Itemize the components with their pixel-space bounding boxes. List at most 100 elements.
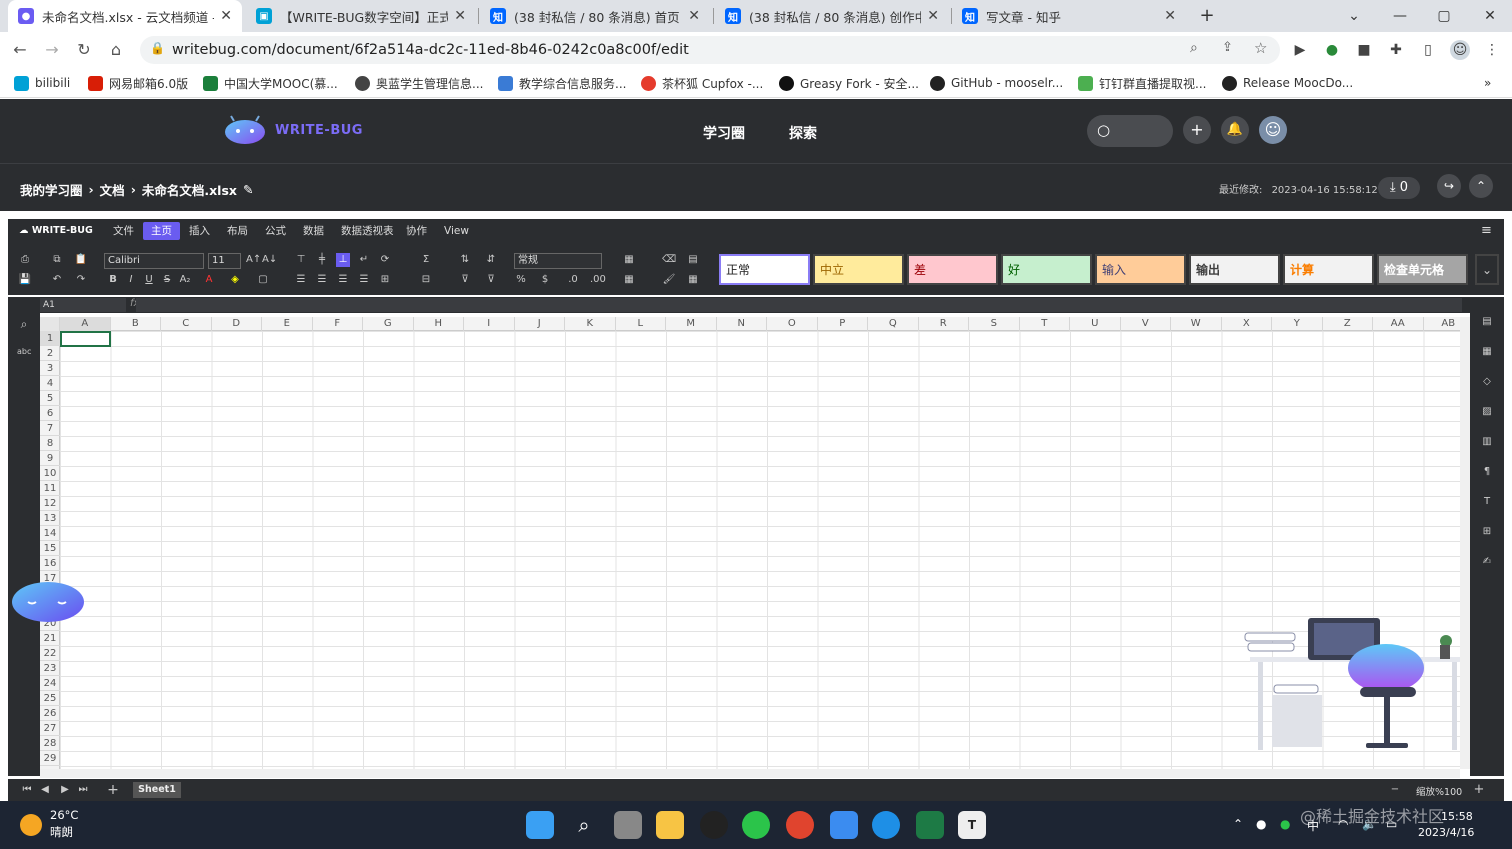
align-right-icon[interactable]: ☰ [336, 273, 350, 287]
save-icon[interactable]: 💾 [18, 273, 32, 287]
row-header[interactable]: 25 [40, 691, 60, 706]
bookmark-mooc[interactable]: 中国大学MOOC(慕... [203, 74, 338, 92]
chrome-menu-icon[interactable]: ⋮ [1482, 40, 1502, 60]
menu-layout[interactable]: 布局 [222, 222, 253, 240]
borders-icon[interactable]: ▢ [256, 273, 270, 287]
row-header[interactable]: 6 [40, 406, 60, 421]
autosum-icon[interactable]: Σ [419, 253, 433, 267]
menu-file[interactable]: 文件 [108, 222, 139, 240]
row-header[interactable]: 28 [40, 736, 60, 751]
search-icon[interactable]: ⌕ [17, 317, 31, 331]
cell-settings-icon[interactable]: ▤ [1480, 315, 1494, 329]
bookmark-teaching-info[interactable]: 教学综合信息服务... [498, 74, 626, 92]
column-header[interactable]: E [262, 317, 313, 331]
nav-study-circle[interactable]: 学习圈 [703, 123, 745, 143]
align-left-icon[interactable]: ☰ [294, 273, 308, 287]
task-view-icon[interactable] [614, 811, 642, 839]
decrease-font-icon[interactable]: A↓ [262, 253, 277, 267]
filter-icon[interactable]: ⊽ [458, 273, 472, 287]
row-header[interactable]: 16 [40, 556, 60, 571]
browser-tab-3[interactable]: 知 (38 封私信 / 80 条消息) 创作中心 ✕ [715, 0, 949, 32]
kugou-icon[interactable] [872, 811, 900, 839]
forward-arrow-icon[interactable]: → [40, 38, 64, 62]
side-panel-icon[interactable]: ▯ [1418, 40, 1438, 60]
justify-icon[interactable]: ☰ [357, 273, 371, 287]
align-bottom-icon[interactable]: ⊥ [336, 253, 350, 267]
row-header[interactable]: 13 [40, 511, 60, 526]
spellcheck-icon[interactable]: abc [17, 345, 31, 359]
bookmarks-overflow-icon[interactable]: » [1484, 74, 1491, 92]
row-header[interactable]: 29 [40, 751, 60, 766]
edit-title-icon[interactable]: ✎ [243, 182, 253, 197]
column-header[interactable]: AB [1424, 317, 1461, 331]
spreadsheet-grid[interactable]: A B C D E F G H I J K L M N O P Q R S T U V W X Y Z AA AB 123456789… [40, 317, 1460, 769]
column-header[interactable]: H [414, 317, 464, 331]
menu-formulas[interactable]: 公式 [260, 222, 291, 240]
column-header[interactable]: N [717, 317, 767, 331]
next-sheet-icon[interactable]: ▶ [58, 783, 72, 797]
browser-tab-2[interactable]: 知 (38 封私信 / 80 条消息) 首页 - 知 ✕ [480, 0, 710, 32]
address-bar[interactable]: 🔒 writebug.com/document/6f2a514a-dc2c-11… [140, 36, 1280, 64]
cell-style-input[interactable]: 输入 [1095, 254, 1186, 285]
strikethrough-icon[interactable]: S [160, 273, 174, 287]
percent-icon[interactable]: % [514, 273, 528, 287]
shape-settings-icon[interactable]: ◇ [1480, 375, 1494, 389]
column-header[interactable]: W [1171, 317, 1222, 331]
print-icon[interactable]: ⎙ [18, 253, 32, 267]
column-header[interactable]: V [1121, 317, 1171, 331]
row-header[interactable]: 10 [40, 466, 60, 481]
cell-style-bad[interactable]: 差 [907, 254, 998, 285]
name-box[interactable]: A1 [40, 298, 126, 312]
qq-icon[interactable] [700, 811, 728, 839]
tray-wechat-icon[interactable]: ● [1280, 817, 1290, 831]
extension-cat-icon[interactable]: ■ [1354, 40, 1374, 60]
sort-asc-icon[interactable]: ⇅ [458, 253, 472, 267]
insert-cells-icon[interactable]: ▦ [622, 253, 636, 267]
formula-input[interactable] [136, 298, 1462, 312]
clear-filter-icon[interactable]: ⊽ [484, 273, 498, 287]
tray-qq-icon[interactable]: ● [1256, 817, 1266, 831]
row-header[interactable]: 9 [40, 451, 60, 466]
row-header[interactable]: 1 [40, 331, 60, 346]
increase-font-icon[interactable]: A↑ [246, 253, 261, 267]
zoom-in-icon[interactable]: + [1472, 783, 1486, 797]
wrap-text-icon[interactable]: ↵ [357, 253, 371, 267]
menu-view[interactable]: View [439, 222, 474, 240]
clock-date[interactable]: 2023/4/16 [1418, 826, 1474, 839]
row-header[interactable]: 23 [40, 661, 60, 676]
pivot-settings-icon[interactable]: ⊞ [1480, 525, 1494, 539]
column-header[interactable]: B [111, 317, 161, 331]
column-header[interactable]: G [363, 317, 414, 331]
redo-icon[interactable]: ↷ [74, 273, 88, 287]
new-tab-plus-icon[interactable]: + [1195, 4, 1219, 28]
typora-icon[interactable]: T [958, 811, 986, 839]
browser-tab-0[interactable]: ● 未命名文档.xlsx - 云文档频道 - 斗 ✕ [8, 0, 242, 32]
row-header[interactable]: 5 [40, 391, 60, 406]
paragraph-settings-icon[interactable]: ¶ [1480, 465, 1494, 479]
column-header[interactable]: T [1020, 317, 1070, 331]
tab-search-chevron-icon[interactable]: ⌄ [1342, 4, 1366, 28]
row-header[interactable]: 7 [40, 421, 60, 436]
currency-icon[interactable]: ⊟ [419, 273, 433, 287]
share-icon[interactable]: ⇪ [1222, 40, 1233, 55]
close-tab-icon[interactable]: ✕ [927, 8, 939, 24]
accounting-icon[interactable]: $ [538, 273, 552, 287]
row-header[interactable]: 3 [40, 361, 60, 376]
horizontal-scrollbar[interactable] [40, 769, 1460, 778]
site-logo-text[interactable]: WRITE-BUG [275, 123, 363, 138]
cell-style-good[interactable]: 好 [1001, 254, 1092, 285]
notification-bell-icon[interactable]: 🔔 [1221, 116, 1249, 144]
home-icon[interactable]: ⌂ [104, 38, 128, 62]
column-header[interactable]: J [515, 317, 565, 331]
bookmark-bilibili[interactable]: bilibili [14, 74, 70, 92]
cell-style-check-cell[interactable]: 检查单元格 [1377, 254, 1468, 285]
format-painter-icon[interactable]: 🖌 [662, 273, 676, 287]
row-header[interactable]: 2 [40, 346, 60, 361]
table-settings-icon[interactable]: ▦ [1480, 345, 1494, 359]
file-explorer-icon[interactable] [656, 811, 684, 839]
align-middle-icon[interactable]: ╪ [315, 253, 329, 267]
column-header[interactable]: M [666, 317, 717, 331]
column-header[interactable]: L [616, 317, 666, 331]
excel-icon[interactable] [916, 811, 944, 839]
search-icon[interactable]: ⌕ [570, 811, 598, 839]
